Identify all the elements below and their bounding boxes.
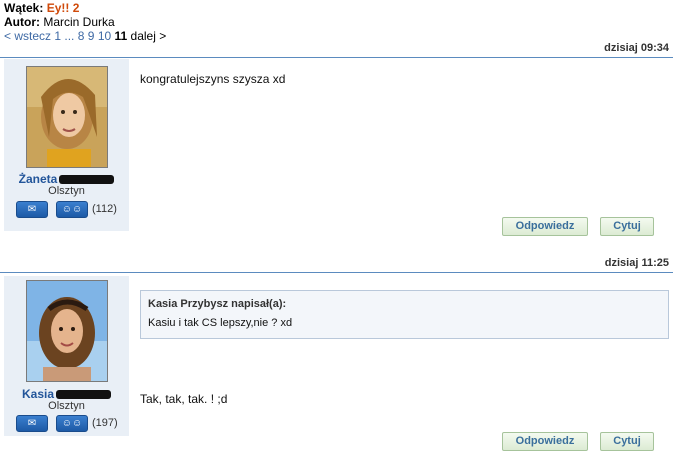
post-1-text: kongratulejszyns szysza xd <box>140 72 286 86</box>
post-1-friends-button[interactable]: ☺☺ <box>56 201 88 218</box>
thread-author-row: Autor: Marcin Durka <box>4 15 166 29</box>
post-1-reply-button[interactable]: Odpowiedz <box>502 217 588 236</box>
post-2-reply-button[interactable]: Odpowiedz <box>502 432 588 451</box>
post-1-quote-button[interactable]: Cytuj <box>600 217 654 236</box>
thread-title-row: Wątek: Ey!! 2 <box>4 1 166 15</box>
post-2-quote-box: Kasia Przybysz napisał(a): Kasiu i tak C… <box>140 290 669 339</box>
thread-title-label: Wątek: <box>4 1 44 15</box>
post-1-sidebar: Żaneta Olsztyn ✉ ☺☺ (112) <box>4 59 129 231</box>
redaction-mark <box>59 175 115 185</box>
people-icon: ☺☺ <box>61 418 83 429</box>
post-2-quote-button[interactable]: Cytuj <box>600 432 654 451</box>
thread-title: Ey!! 2 <box>46 1 80 15</box>
post-2-avatar[interactable] <box>26 280 108 382</box>
post-2-text: Tak, tak, tak. ! ;d <box>140 392 228 406</box>
post-2-friends-button[interactable]: ☺☺ <box>56 415 88 432</box>
mail-icon: ✉ <box>27 418 37 429</box>
quote-author: Kasia Przybysz napisał(a): <box>148 298 287 310</box>
post-2-sidebar: Kasia Olsztyn ✉ ☺☺ (197) <box>4 276 129 436</box>
post-2-date: dzisiaj 11:25 <box>604 257 669 269</box>
avatar-image-2 <box>27 281 107 381</box>
mail-icon: ✉ <box>27 204 37 215</box>
author-name: Marcin Durka <box>43 15 115 29</box>
avatar-image-1 <box>27 67 107 167</box>
post-2-post-count: (197) <box>92 417 118 429</box>
post-2-city: Olsztyn <box>48 400 85 412</box>
post-2-header-bar: dzisiaj 11:25 <box>0 256 673 273</box>
post-2-username-text: Kasia <box>21 387 55 401</box>
post-1-username-text: Żaneta <box>18 172 58 186</box>
post-2-mail-button[interactable]: ✉ <box>16 415 48 432</box>
post-1-username[interactable]: Żaneta <box>4 172 129 186</box>
post-1-avatar[interactable] <box>26 66 108 168</box>
post-1-date: dzisiaj 09:34 <box>604 42 669 54</box>
redaction-mark <box>56 390 112 400</box>
post-1-header-bar: dzisiaj 09:34 <box>0 41 673 58</box>
post-2-username[interactable]: Kasia <box>4 387 129 401</box>
author-label: Autor: <box>4 15 40 29</box>
post-1-city: Olsztyn <box>48 185 85 197</box>
thread-header: Wątek: Ey!! 2 Autor: Marcin Durka < wste… <box>4 1 166 43</box>
quote-text: Kasiu i tak CS lepszy,nie ? xd <box>148 317 293 329</box>
post-1-post-count: (112) <box>92 203 117 215</box>
people-icon: ☺☺ <box>61 204 83 215</box>
post-1-mail-button[interactable]: ✉ <box>16 201 48 218</box>
